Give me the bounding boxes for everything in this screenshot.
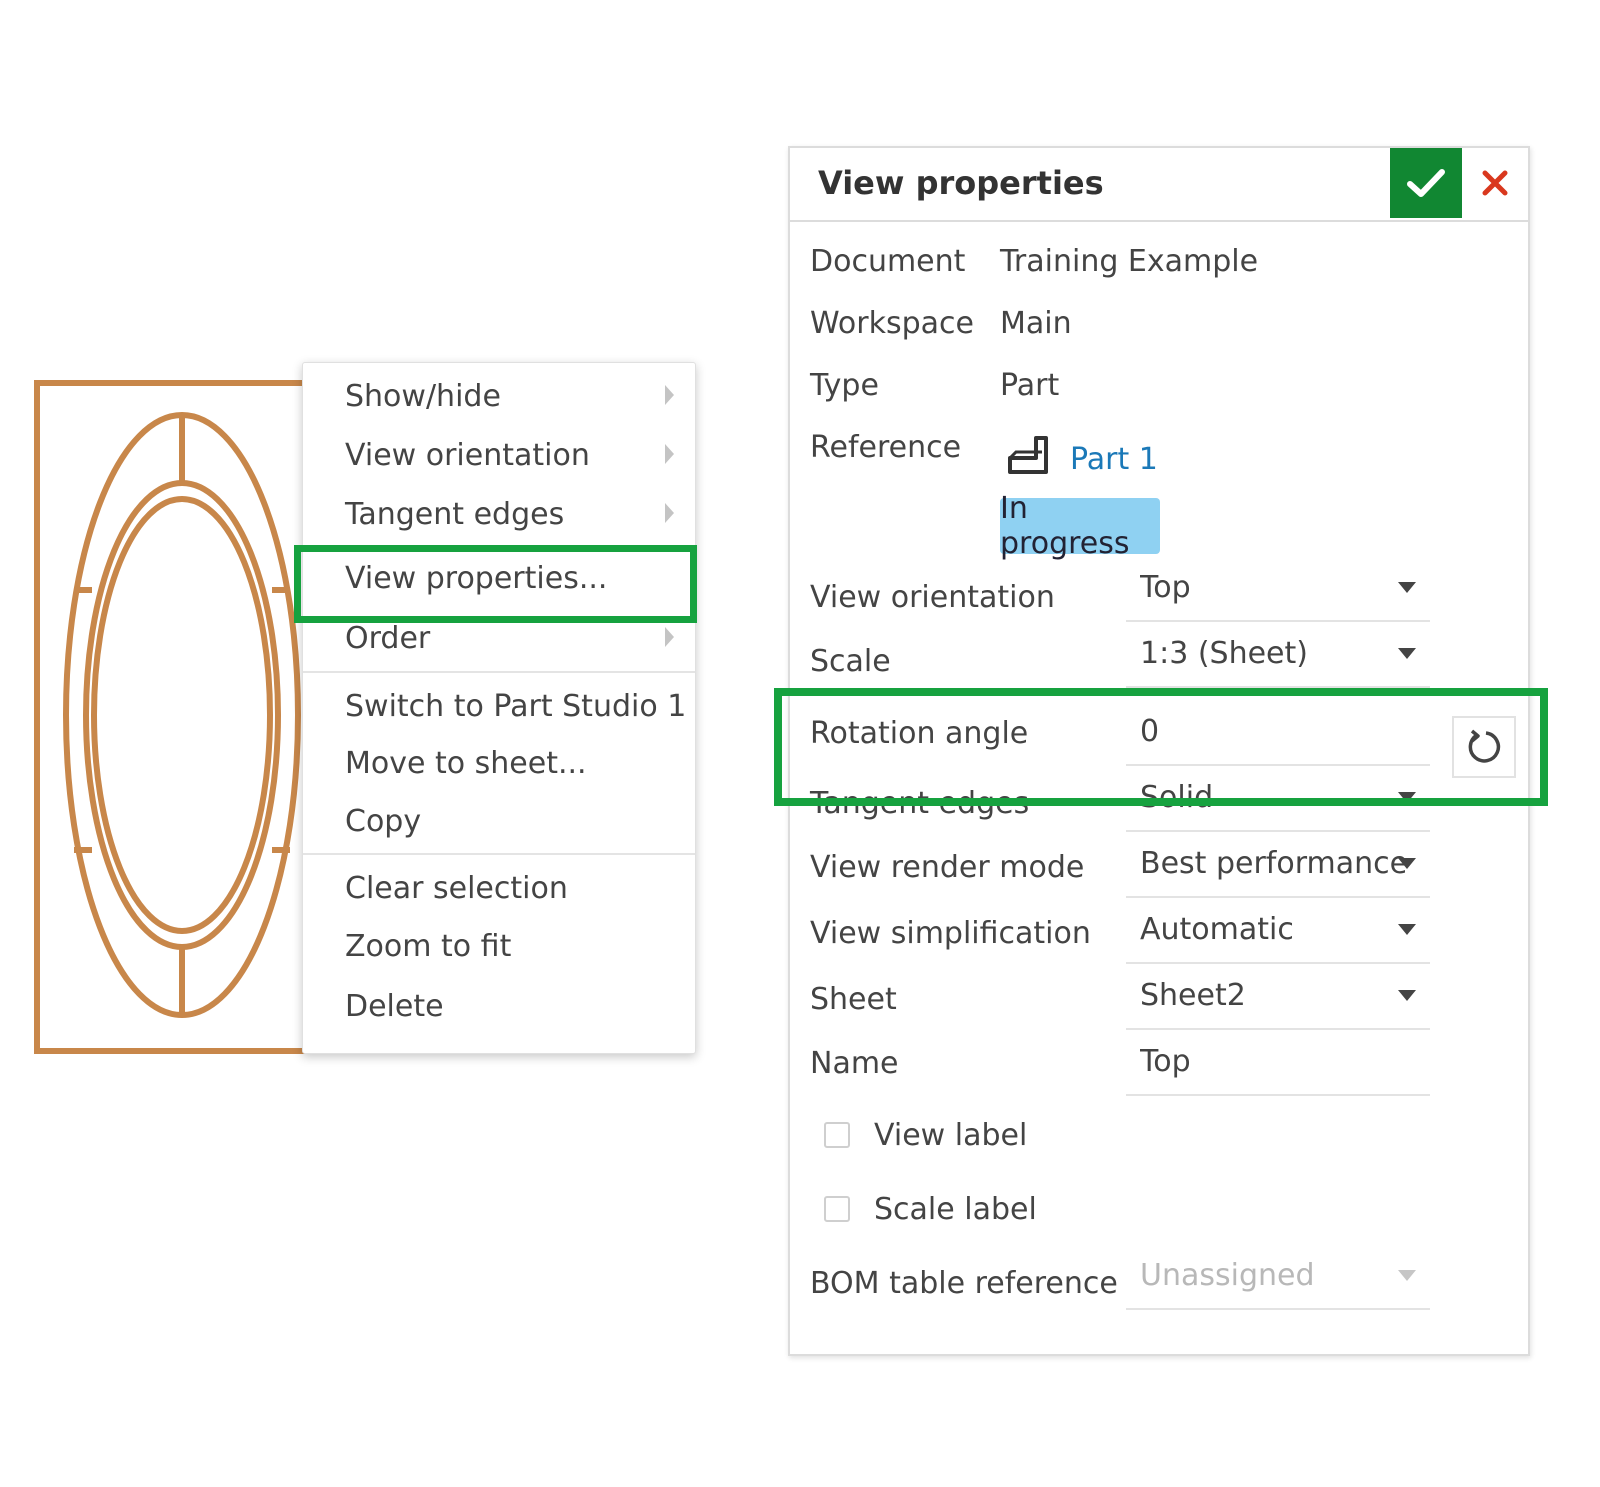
view-orientation-select[interactable]: Top: [1126, 564, 1430, 622]
chevron-right-icon: [665, 444, 674, 464]
type-label: Type: [810, 368, 879, 403]
menu-item-label: View orientation: [345, 437, 590, 473]
document-label: Document: [810, 244, 966, 279]
check-icon: [1407, 169, 1445, 197]
dropdown-arrow-icon: [1398, 582, 1416, 593]
scale-label-checkbox[interactable]: [824, 1196, 850, 1222]
menu-item-label: Switch to Part Studio 1: [345, 688, 687, 724]
dialog-title: View properties: [818, 164, 1104, 202]
view-orientation-label: View orientation: [810, 580, 1055, 615]
name-value: Top: [1140, 1044, 1191, 1079]
chevron-right-icon: [665, 385, 674, 405]
status-badge: In progress: [1000, 491, 1160, 561]
menu-divider: [303, 853, 695, 855]
reference-label: Reference: [810, 430, 962, 465]
menu-item-label: Delete: [345, 988, 444, 1024]
close-icon: [1482, 170, 1508, 196]
dropdown-arrow-icon: [1398, 858, 1416, 869]
view-render-mode-select[interactable]: Best performance: [1126, 840, 1430, 898]
view-simplification-label: View simplification: [810, 916, 1091, 951]
chevron-right-icon: [665, 627, 674, 647]
menu-item-label: Zoom to fit: [345, 928, 512, 964]
dropdown-arrow-icon: [1398, 1270, 1416, 1281]
menu-item-label: Order: [345, 620, 431, 656]
sheet-label: Sheet: [810, 982, 897, 1017]
sheet-select[interactable]: Sheet2: [1126, 972, 1430, 1030]
menu-item-view-orientation[interactable]: View orientation: [303, 430, 695, 480]
scale-label-text: Scale label: [874, 1192, 1037, 1227]
workspace-label: Workspace: [810, 306, 974, 341]
dropdown-arrow-icon: [1398, 648, 1416, 659]
menu-item-show-hide[interactable]: Show/hide: [303, 371, 695, 421]
cancel-button[interactable]: [1466, 148, 1524, 218]
document-value: Training Example: [1000, 244, 1259, 279]
menu-item-move-to-sheet[interactable]: Move to sheet...: [303, 738, 695, 788]
menu-item-label: Move to sheet...: [345, 745, 587, 781]
menu-item-label: Clear selection: [345, 870, 568, 906]
view-render-mode-label: View render mode: [810, 850, 1085, 885]
reference-link[interactable]: Part 1: [1070, 442, 1158, 477]
dropdown-arrow-icon: [1398, 990, 1416, 1001]
scale-label: Scale: [810, 644, 891, 679]
context-menu: Show/hide View orientation Tangent edges…: [302, 362, 696, 1054]
bom-table-reference-label: BOM table reference: [810, 1266, 1118, 1301]
menu-item-label: Show/hide: [345, 378, 501, 414]
confirm-button[interactable]: [1390, 148, 1462, 218]
chevron-right-icon: [665, 503, 674, 523]
drawing-view[interactable]: [30, 380, 340, 1070]
view-label-checkbox[interactable]: [824, 1122, 850, 1148]
dropdown-arrow-icon: [1398, 924, 1416, 935]
scale-select[interactable]: 1:3 (Sheet): [1126, 630, 1430, 688]
menu-item-tangent-edges[interactable]: Tangent edges: [303, 489, 695, 539]
part-icon: [1008, 436, 1048, 474]
menu-item-label: Copy: [345, 803, 422, 839]
menu-item-switch-to-part-studio[interactable]: Switch to Part Studio 1: [303, 681, 695, 731]
workspace-value: Main: [1000, 306, 1072, 341]
menu-item-clear-selection[interactable]: Clear selection: [303, 863, 695, 913]
name-input[interactable]: Top: [1126, 1038, 1430, 1096]
menu-item-delete[interactable]: Delete: [303, 981, 695, 1031]
view-simplification-select[interactable]: Automatic: [1126, 906, 1430, 964]
menu-divider: [303, 671, 695, 673]
menu-item-copy[interactable]: Copy: [303, 796, 695, 846]
scale-value: 1:3 (Sheet): [1140, 636, 1308, 671]
type-value: Part: [1000, 368, 1060, 403]
view-label-text: View label: [874, 1118, 1028, 1153]
menu-item-label: Tangent edges: [345, 496, 565, 532]
rotation-angle-highlight-box: [774, 688, 1548, 806]
bom-table-reference-value: Unassigned: [1140, 1258, 1315, 1293]
name-label: Name: [810, 1046, 899, 1081]
sheet-value: Sheet2: [1140, 978, 1246, 1013]
dialog-header: View properties: [790, 148, 1528, 222]
menu-highlight-box: [294, 545, 697, 623]
view-orientation-value: Top: [1140, 570, 1191, 605]
view-simplification-value: Automatic: [1140, 912, 1294, 947]
menu-item-zoom-to-fit[interactable]: Zoom to fit: [303, 921, 695, 971]
view-render-mode-value: Best performance: [1140, 846, 1405, 881]
bom-table-reference-select: Unassigned: [1126, 1252, 1430, 1310]
